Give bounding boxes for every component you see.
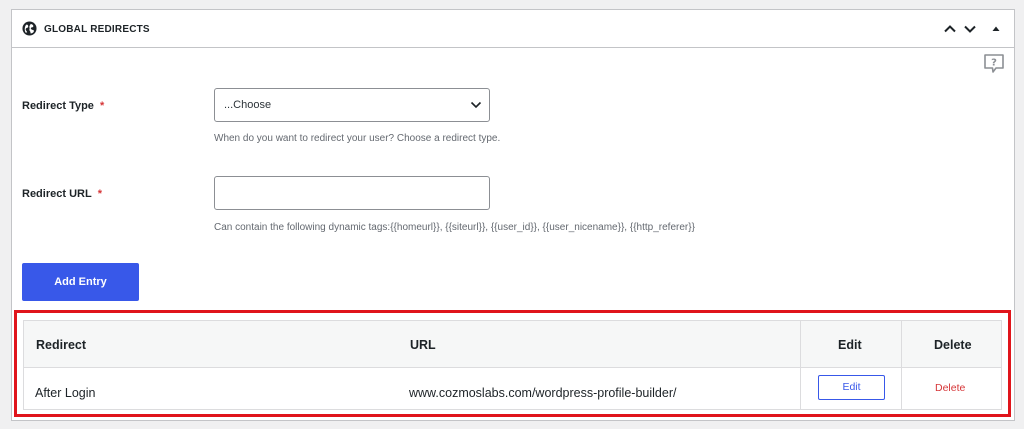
add-entry-button[interactable]: Add Entry: [22, 263, 139, 301]
redirect-type-label: Redirect Type *: [22, 100, 104, 112]
redirect-url-label-text: Redirect URL: [22, 188, 92, 200]
redirect-url-description: Can contain the following dynamic tags:{…: [214, 222, 695, 233]
panel-title: GLOBAL REDIRECTS: [44, 24, 150, 35]
column-divider: [800, 321, 801, 409]
chevron-up-icon[interactable]: [942, 21, 958, 37]
chevron-down-icon: [470, 101, 482, 109]
svg-text:?: ?: [991, 58, 997, 69]
row-url: www.cozmoslabs.com/wordpress-profile-bui…: [409, 386, 677, 400]
required-marker: *: [99, 100, 105, 112]
column-header-edit: Edit: [838, 338, 862, 352]
column-header-redirect: Redirect: [36, 338, 87, 352]
redirect-url-label: Redirect URL *: [22, 188, 102, 200]
delete-link[interactable]: Delete: [935, 382, 965, 394]
help-bubble-icon[interactable]: ?: [983, 53, 1005, 75]
redirect-type-selected-value: ...Choose: [224, 99, 272, 111]
edit-button[interactable]: Edit: [818, 375, 885, 400]
globe-icon: [22, 21, 37, 36]
redirect-type-description: When do you want to redirect your user? …: [214, 133, 501, 144]
global-redirects-panel: GLOBAL REDIRECTS ? Redirect Type * ...Cho…: [11, 9, 1015, 421]
row-redirect: After Login: [35, 386, 96, 400]
column-header-url: URL: [410, 338, 436, 352]
required-marker: *: [97, 188, 102, 200]
column-divider: [901, 321, 902, 409]
redirects-table: Redirect URL Edit Delete After Login www…: [23, 320, 1002, 410]
column-header-delete: Delete: [934, 338, 972, 352]
redirect-url-input[interactable]: [214, 176, 490, 210]
triangle-up-icon[interactable]: [988, 21, 1004, 37]
redirect-type-label-text: Redirect Type: [22, 100, 94, 112]
redirect-type-select[interactable]: ...Choose: [214, 88, 490, 122]
panel-header: GLOBAL REDIRECTS: [12, 10, 1014, 48]
chevron-down-icon[interactable]: [962, 21, 978, 37]
